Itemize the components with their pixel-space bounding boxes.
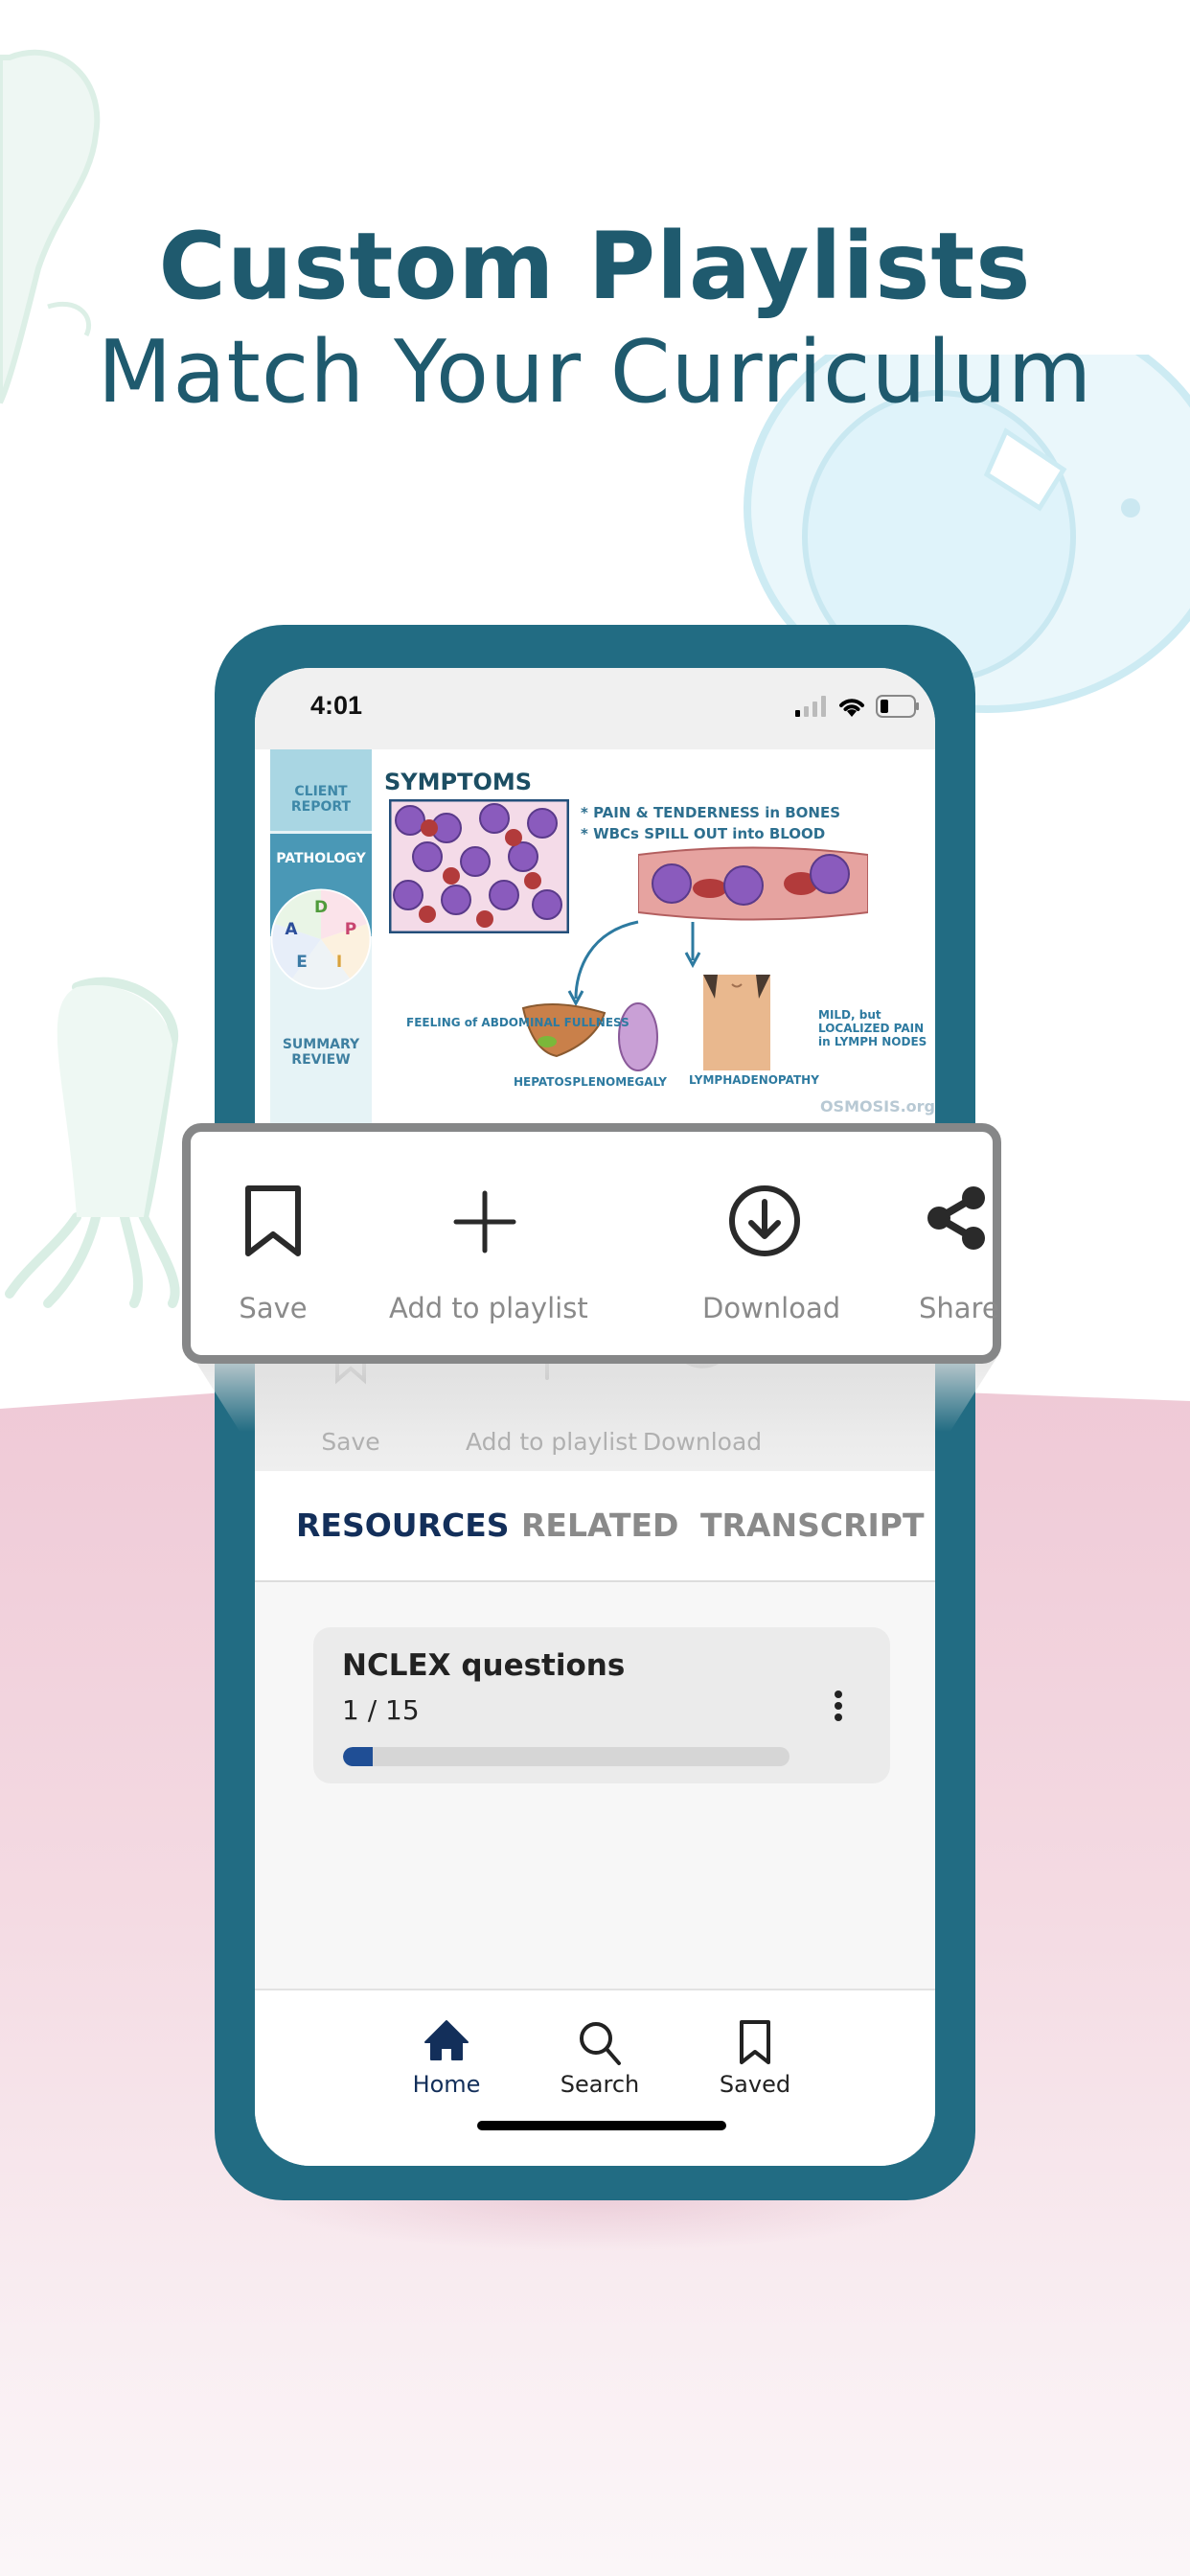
video-player[interactable]: CLIENT REPORT PATHOLOGY D P I E A SUMMAR… [255,749,935,1123]
bookmark-icon [245,1185,301,1256]
caption-hepatosplenomegaly: HEPATOSPLENOMEGALY [514,1075,667,1089]
pathology-label: PATHOLOGY [276,851,366,866]
bookmark-icon [740,2020,770,2064]
share-icon [927,1186,985,1250]
headline-title: Custom Playlists [158,213,1032,320]
bottom-navigation: Home Search Saved [255,1989,935,2166]
cellular-signal-icon [795,696,826,717]
client-report-label: CLIENT REPORT [290,784,352,815]
headline-subtitle: Match Your Curriculum [97,322,1093,423]
tab-bar: RESOURCES RELATED TRANSCRIPT [255,1471,935,1582]
faded-save-label: Save [321,1428,380,1456]
nav-saved-label: Saved [719,2071,791,2098]
resource-card-nclex[interactable]: NCLEX questions 1 / 15 [313,1627,890,1783]
caption-abdominal-fullness: FEELING of ABDOMINAL FULLNESS [406,1016,629,1029]
video-slide-title: SYMPTOMS [384,769,533,795]
status-bar: 4:01 [255,668,935,749]
svg-text:D: D [314,898,328,917]
wifi-icon [839,699,864,717]
svg-text:A: A [285,920,298,939]
share-label: Share [919,1292,999,1324]
search-icon [580,2022,621,2065]
video-sidebar: CLIENT REPORT PATHOLOGY D P I E A SUMMAR… [270,749,372,1123]
action-popup-callout: Save Add to playlist Download Share [182,1123,1001,1364]
svg-text:I: I [336,953,342,972]
popup-connector-shadow [192,1355,998,1432]
nav-saved[interactable]: Saved [698,2019,812,2098]
faded-add-label: Add to playlist [466,1428,638,1456]
progress-bar [343,1747,790,1766]
resource-card-count: 1 / 15 [342,1694,420,1726]
add-to-playlist-label: Add to playlist [389,1292,588,1324]
home-indicator [477,2121,726,2130]
plus-icon [453,1190,516,1254]
resources-content: NCLEX questions 1 / 15 [255,1584,935,1987]
svg-text:P: P [345,920,356,939]
caption-lymphadenopathy: LYMPHADENOPATHY [689,1073,819,1087]
tab-resources[interactable]: RESOURCES [296,1506,510,1544]
nav-home[interactable]: Home [389,2019,504,2098]
caption-lymph-pain: MILD, but LOCALIZED PAIN in LYMPH NODES [818,1008,927,1048]
more-options-icon[interactable] [833,1690,844,1723]
osmosis-watermark: OSMOSIS.org [819,1097,935,1116]
tab-related[interactable]: RELATED [521,1506,678,1544]
status-time: 4:01 [310,691,363,720]
nav-search[interactable]: Search [542,2019,657,2098]
nav-home-label: Home [412,2071,481,2098]
faded-download-label: Download [642,1428,763,1456]
video-bullets: * PAIN & TENDERNESS in BONES * WBCs SPIL… [581,802,840,844]
bullet-wbcs: * WBCs SPILL OUT into BLOOD [581,825,826,842]
progress-bar-fill [343,1747,374,1766]
neck-illustration [703,975,770,1070]
download-label: Download [702,1292,841,1324]
tab-transcript[interactable]: TRANSCRIPT [700,1506,924,1544]
nav-search-label: Search [560,2071,640,2098]
svg-text:E: E [296,953,308,972]
home-icon [424,2020,469,2060]
liver-spleen-illustration [521,1002,658,1071]
bullet-bones: * PAIN & TENDERNESS in BONES [581,804,841,821]
decorative-microbe-left [5,977,180,1308]
blood-vessel-illustration [638,846,868,921]
download-icon [729,1185,800,1256]
resource-card-title: NCLEX questions [342,1648,626,1683]
adpie-wheel: D P I E A [270,888,372,990]
summary-review-label: SUMMARY REVIEW [282,1037,360,1068]
battery-low-icon [876,695,919,718]
save-label: Save [239,1292,308,1324]
